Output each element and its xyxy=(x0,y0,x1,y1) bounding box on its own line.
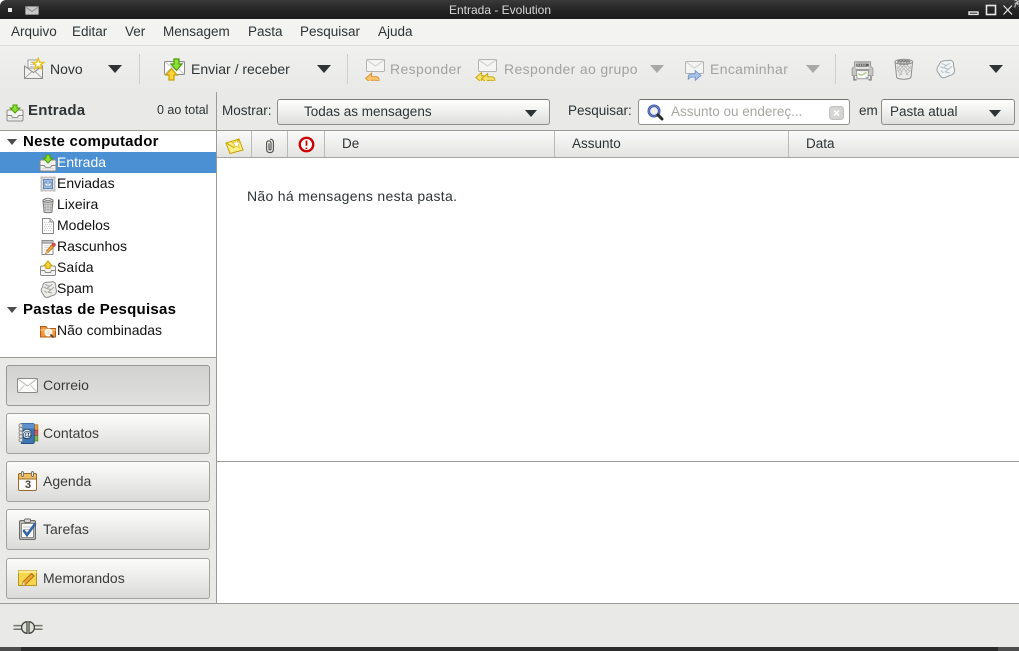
svg-text:@: @ xyxy=(22,429,31,440)
svg-text:3: 3 xyxy=(25,479,31,491)
